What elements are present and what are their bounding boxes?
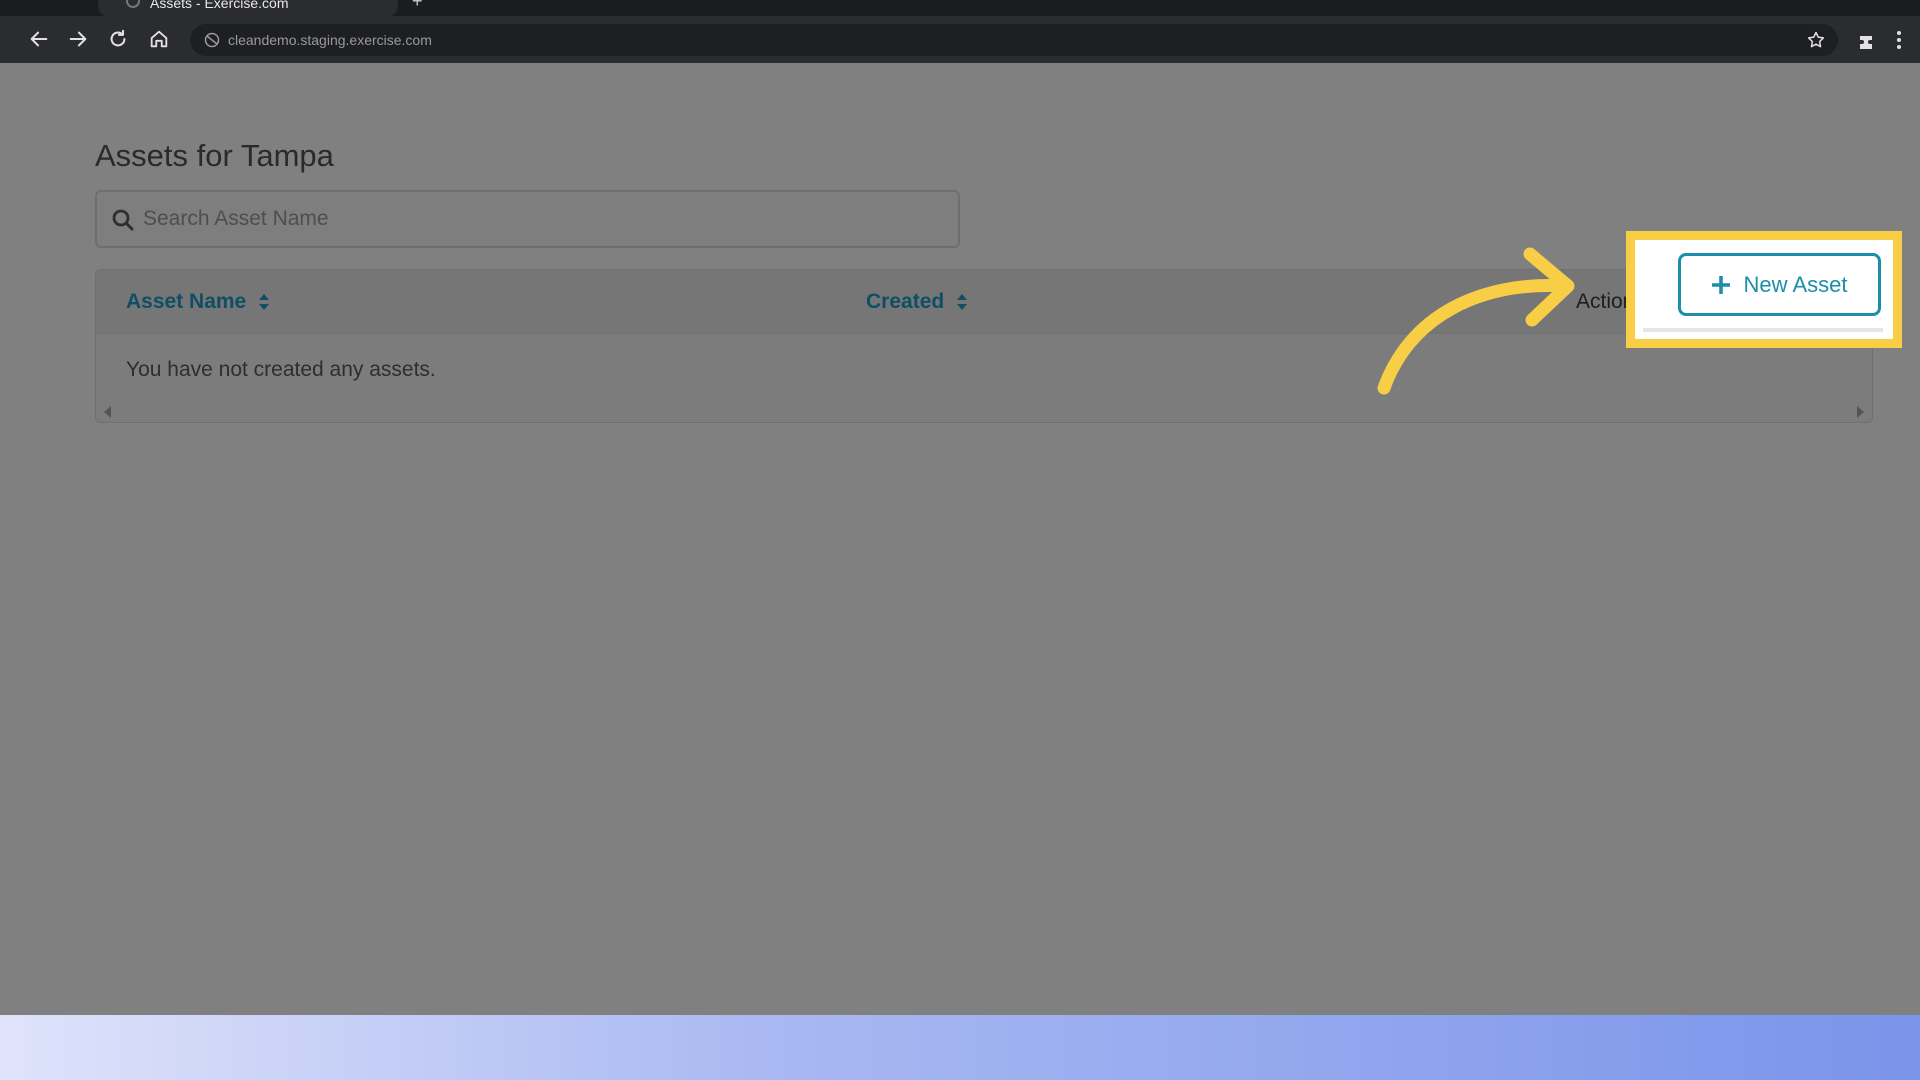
highlight-box: New Asset: [1626, 231, 1902, 348]
url-text[interactable]: cleandemo.staging.exercise.com: [228, 24, 432, 56]
column-header-created[interactable]: Created: [866, 270, 968, 334]
decorative-gradient-band: [0, 1015, 1920, 1080]
tab-favicon-icon: [126, 0, 140, 8]
scroll-right-arrow-icon[interactable]: [1857, 406, 1864, 418]
back-button[interactable]: [24, 24, 54, 54]
assets-table: Asset Name Created Actions You have not …: [95, 269, 1873, 423]
extensions-icon[interactable]: [1856, 28, 1880, 52]
search-input[interactable]: [143, 192, 943, 246]
bookmark-star-icon[interactable]: [1806, 30, 1826, 50]
column-header-label: Asset Name: [126, 290, 247, 313]
plus-icon: [1711, 275, 1730, 294]
empty-state-message: You have not created any assets.: [126, 358, 436, 381]
page-title: Assets for Tampa: [95, 138, 334, 173]
screen: Assets - Exercise.com + cleandemo.stagin…: [0, 0, 1920, 1080]
home-icon: [150, 30, 168, 48]
address-bar[interactable]: cleandemo.staging.exercise.com: [190, 24, 1838, 56]
table-header: Asset Name Created Actions: [96, 270, 1872, 334]
forward-arrow-icon: [69, 31, 87, 47]
reload-button[interactable]: [103, 24, 133, 54]
column-header-label: Created: [866, 290, 945, 313]
site-info-icon[interactable]: [204, 32, 220, 48]
new-asset-button[interactable]: New Asset: [1678, 253, 1881, 316]
tab-title: Assets - Exercise.com: [150, 0, 289, 11]
kebab-menu-icon[interactable]: [1894, 28, 1904, 52]
reload-icon: [110, 29, 126, 47]
home-button[interactable]: [144, 24, 174, 54]
sort-icon: [957, 294, 968, 311]
browser-tab[interactable]: Assets - Exercise.com: [98, 0, 398, 16]
header-divider: [1643, 328, 1883, 332]
forward-button[interactable]: [63, 24, 93, 54]
browser-tab-strip: Assets - Exercise.com +: [0, 0, 1920, 16]
back-arrow-icon: [30, 31, 48, 47]
search-box[interactable]: [95, 190, 960, 248]
new-asset-button-label: New Asset: [1743, 271, 1848, 297]
page-viewport: Assets for Tampa Asset Name Created Acti…: [0, 63, 1920, 1015]
search-icon: [112, 209, 134, 231]
callout-arrow-icon: [1377, 247, 1575, 395]
new-tab-button[interactable]: +: [412, 0, 423, 10]
column-header-asset-name[interactable]: Asset Name: [126, 270, 270, 334]
sort-icon: [259, 294, 270, 311]
scroll-left-arrow-icon[interactable]: [104, 406, 111, 418]
browser-toolbar: cleandemo.staging.exercise.com: [0, 16, 1920, 63]
